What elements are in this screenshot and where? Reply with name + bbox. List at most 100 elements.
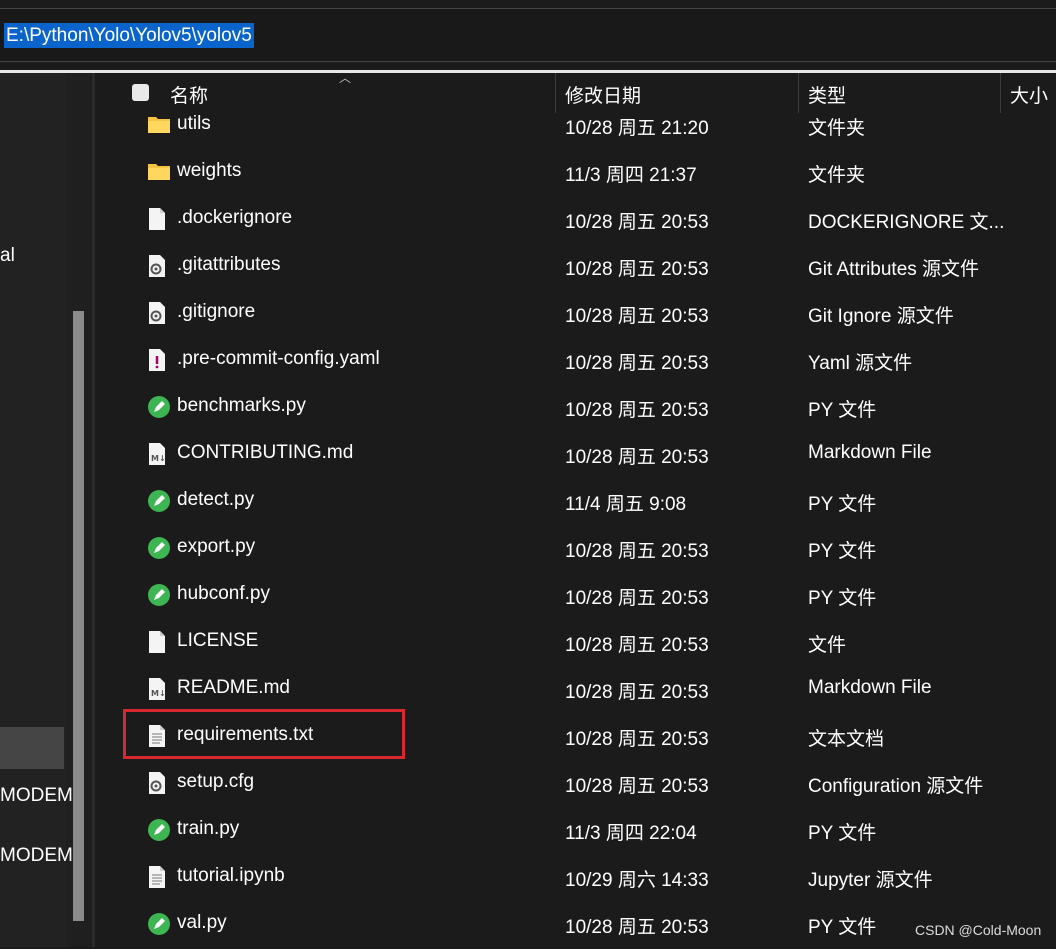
file-type: PY 文件 xyxy=(808,823,877,844)
file-name: weights xyxy=(177,160,242,181)
file-type: 文件 xyxy=(808,635,847,656)
yaml-file-icon xyxy=(147,348,169,372)
file-type: PY 文件 xyxy=(808,400,877,421)
file-type: Markdown File xyxy=(808,442,932,463)
file-date: 11/4 周五 9:08 xyxy=(565,494,687,515)
python-file-icon xyxy=(147,489,170,513)
file-date: 10/28 周五 20:53 xyxy=(565,353,709,374)
file-type: Jupyter 源文件 xyxy=(808,870,933,891)
file-date: 10/28 周五 20:53 xyxy=(565,400,709,421)
title-strip xyxy=(0,0,1056,8)
file-name: LICENSE xyxy=(177,630,259,651)
nav-item-partial[interactable]: al xyxy=(0,245,15,267)
config-file-icon xyxy=(147,301,169,325)
file-name: detect.py xyxy=(177,489,255,510)
file-row[interactable]: export.py 10/28 周五 20:53 PY 文件 xyxy=(95,526,1056,573)
file-row[interactable]: setup.cfg 10/28 周五 20:53 Configuration 源文件 xyxy=(95,761,1056,808)
file-icon xyxy=(147,630,169,654)
file-date: 10/28 周五 20:53 xyxy=(565,776,709,797)
python-file-icon xyxy=(147,818,170,842)
file-type: DOCKERIGNORE 文... xyxy=(808,212,1005,233)
nav-item-selected[interactable] xyxy=(0,727,64,769)
file-row[interactable]: detect.py 11/4 周五 9:08 PY 文件 xyxy=(95,479,1056,526)
nav-item-modem-2[interactable]: MODEM xyxy=(0,845,73,867)
file-date: 10/28 周五 20:53 xyxy=(565,259,709,280)
file-row[interactable]: hubconf.py 10/28 周五 20:53 PY 文件 xyxy=(95,573,1056,620)
address-path[interactable]: E:\Python\Yolo\Yolov5\yolov5 xyxy=(4,23,254,48)
file-name: utils xyxy=(177,113,211,134)
file-row[interactable]: M↓ CONTRIBUTING.md 10/28 周五 20:53 Markdown … xyxy=(95,432,1056,479)
svg-text:M↓: M↓ xyxy=(151,689,166,698)
python-file-icon xyxy=(147,912,170,936)
file-row[interactable]: .pre-commit-config.yaml 10/28 周五 20:53 Yam… xyxy=(95,338,1056,385)
navigation-list: al MODEM MODEM xyxy=(0,73,73,947)
python-file-icon xyxy=(147,395,170,419)
file-date: 10/28 周五 20:53 xyxy=(565,588,709,609)
file-type: 文件夹 xyxy=(808,118,866,139)
file-type: Yaml 源文件 xyxy=(808,353,913,374)
select-all-checkbox[interactable] xyxy=(132,84,149,101)
file-type: 文件夹 xyxy=(808,165,866,186)
file-date: 11/3 周四 22:04 xyxy=(565,823,697,844)
highlight-annotation xyxy=(123,709,405,759)
config-file-icon xyxy=(147,771,169,795)
file-name: .gitattributes xyxy=(177,254,281,275)
file-name: setup.cfg xyxy=(177,771,255,792)
file-date: 10/28 周五 20:53 xyxy=(565,212,709,233)
text-file-icon xyxy=(147,865,169,889)
file-row[interactable]: LICENSE 10/28 周五 20:53 文件 xyxy=(95,620,1056,667)
file-type: PY 文件 xyxy=(808,541,877,562)
file-date: 10/28 周五 20:53 xyxy=(565,306,709,327)
address-bar[interactable]: E:\Python\Yolo\Yolov5\yolov5 xyxy=(0,8,1056,62)
file-date: 10/28 周五 20:53 xyxy=(565,541,709,562)
file-date: 11/3 周四 21:37 xyxy=(565,165,697,186)
file-row[interactable]: benchmarks.py 10/28 周五 20:53 PY 文件 xyxy=(95,385,1056,432)
file-type: PY 文件 xyxy=(808,494,877,515)
file-name: tutorial.ipynb xyxy=(177,865,285,886)
file-type: Git Ignore 源文件 xyxy=(808,306,954,327)
markdown-file-icon: M↓ xyxy=(147,677,169,701)
file-name: .dockerignore xyxy=(177,207,293,228)
folder-icon xyxy=(147,160,170,184)
file-name: train.py xyxy=(177,818,240,839)
python-file-icon xyxy=(147,536,170,560)
file-row[interactable]: .dockerignore 10/28 周五 20:53 DOCKERIGNORE … xyxy=(95,197,1056,244)
file-name: .pre-commit-config.yaml xyxy=(177,348,380,369)
file-type: 文本文档 xyxy=(808,729,885,750)
file-name: CONTRIBUTING.md xyxy=(177,442,354,463)
svg-text:M↓: M↓ xyxy=(151,454,166,463)
file-type: PY 文件 xyxy=(808,588,877,609)
file-name: benchmarks.py xyxy=(177,395,306,416)
file-date: 10/28 周五 20:53 xyxy=(565,447,709,468)
file-row[interactable]: tutorial.ipynb 10/29 周六 14:33 Jupyter 源文件 xyxy=(95,855,1056,902)
navigation-pane: al MODEM MODEM xyxy=(0,73,92,947)
file-date: 10/28 周五 20:53 xyxy=(565,682,709,703)
file-row[interactable]: .gitattributes 10/28 周五 20:53 Git Attribut… xyxy=(95,244,1056,291)
nav-scrollbar[interactable] xyxy=(73,311,84,921)
file-name: val.py xyxy=(177,912,227,933)
python-file-icon xyxy=(147,583,170,607)
file-name: README.md xyxy=(177,677,290,698)
file-type: Git Attributes 源文件 xyxy=(808,259,980,280)
file-row[interactable]: utils 10/28 周五 21:20 文件夹 xyxy=(95,103,1056,150)
file-date: 10/28 周五 20:53 xyxy=(565,635,709,656)
file-row[interactable]: .gitignore 10/28 周五 20:53 Git Ignore 源文件 xyxy=(95,291,1056,338)
file-row[interactable]: weights 11/3 周四 21:37 文件夹 xyxy=(95,150,1056,197)
file-row[interactable]: train.py 11/3 周四 22:04 PY 文件 xyxy=(95,808,1056,855)
file-icon xyxy=(147,207,169,231)
file-date: 10/28 周五 20:53 xyxy=(565,917,709,938)
file-type: Markdown File xyxy=(808,677,932,698)
file-type: Configuration 源文件 xyxy=(808,776,984,797)
file-name: .gitignore xyxy=(177,301,256,322)
nav-item-modem-1[interactable]: MODEM xyxy=(0,785,73,807)
file-list: ︿ 名称 修改日期 类型 大小 utils 10/28 周五 21:20 文件夹 we… xyxy=(95,71,1056,949)
file-date: 10/29 周六 14:33 xyxy=(565,870,709,891)
file-row[interactable]: val.py 10/28 周五 20:53 PY 文件 xyxy=(95,902,1056,949)
file-type: PY 文件 xyxy=(808,917,877,938)
file-name: export.py xyxy=(177,536,256,557)
file-row[interactable]: M↓ README.md 10/28 周五 20:53 Markdown File xyxy=(95,667,1056,714)
file-date: 10/28 周五 21:20 xyxy=(565,118,709,139)
file-name: hubconf.py xyxy=(177,583,270,604)
folder-icon xyxy=(147,113,170,137)
watermark: CSDN @Cold-Moon xyxy=(915,922,1042,938)
